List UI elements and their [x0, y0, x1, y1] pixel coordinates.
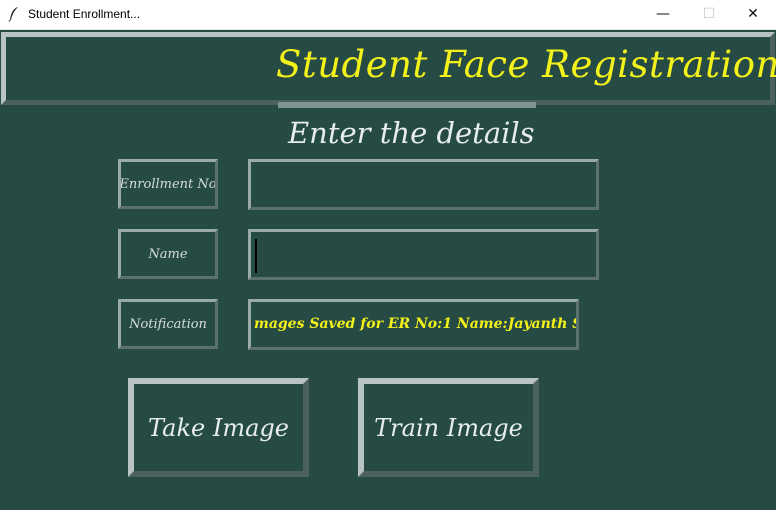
form-subtitle: Enter the details — [288, 116, 535, 150]
window-titlebar: Student Enrollment... — ☐ ✕ — [0, 0, 776, 30]
header-title: Student Face Registration — [276, 43, 776, 86]
notification-label: Notification — [118, 299, 218, 349]
notification-label-text: Notification — [129, 316, 207, 332]
notification-message: mages Saved for ER No:1 Name:Jayanth S — [254, 316, 576, 332]
take-image-button[interactable]: Take Image — [128, 378, 309, 477]
notification-box: mages Saved for ER No:1 Name:Jayanth S — [248, 299, 579, 350]
name-label-text: Name — [148, 246, 188, 262]
name-field[interactable] — [248, 229, 599, 280]
enrollment-label-text: Enrollment No — [119, 176, 217, 192]
train-image-button[interactable]: Train Image — [358, 378, 539, 477]
name-label: Name — [118, 229, 218, 279]
header-banner: Student Face Registration — [1, 32, 776, 105]
train-image-label: Train Image — [374, 413, 523, 442]
enrollment-label: Enrollment No — [118, 159, 218, 209]
close-button[interactable]: ✕ — [730, 0, 776, 29]
enrollment-field[interactable] — [248, 159, 599, 210]
minimize-button[interactable]: — — [640, 0, 686, 29]
window-title: Student Enrollment... — [28, 7, 141, 21]
text-caret — [255, 239, 257, 273]
take-image-label: Take Image — [148, 413, 289, 442]
name-input[interactable] — [251, 232, 596, 277]
enrollment-input[interactable] — [251, 162, 596, 207]
maximize-button[interactable]: ☐ — [686, 0, 732, 29]
header-divider — [278, 102, 536, 108]
feather-icon — [8, 7, 18, 22]
